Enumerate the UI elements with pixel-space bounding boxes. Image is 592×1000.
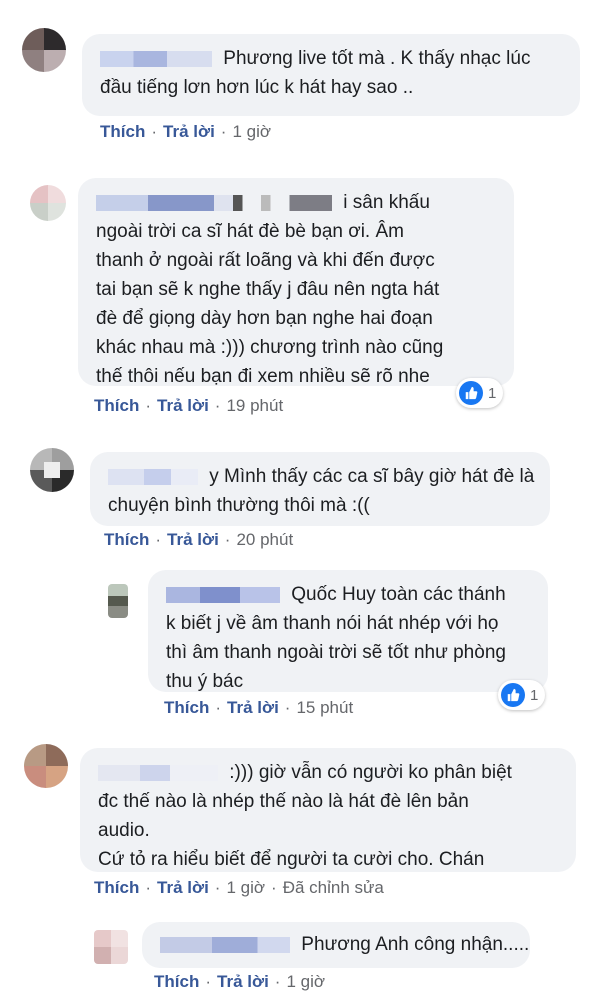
- comment-actions: Thích · Trả lời · 1 giờ: [100, 122, 272, 141]
- blurred-name[interactable]: [98, 764, 218, 781]
- avatar[interactable]: [30, 185, 66, 221]
- reply-link[interactable]: Trả lời: [227, 698, 279, 717]
- avatar[interactable]: [108, 584, 128, 618]
- comment-text-line: chuyện bình thường thôi mà :((: [108, 495, 370, 516]
- timestamp[interactable]: 19 phút: [226, 396, 283, 415]
- timestamp[interactable]: 15 phút: [296, 698, 353, 717]
- reaction-badge[interactable]: 1: [456, 378, 504, 408]
- comment-actions: Thích · Trả lời · 20 phút: [104, 530, 294, 549]
- blurred-name[interactable]: [160, 936, 290, 953]
- comment-text-line: i sân khấu: [343, 192, 430, 213]
- comment-text-line: thanh ở ngoài rất loãng và khi đến được: [96, 250, 435, 271]
- like-icon: [459, 381, 483, 405]
- comment-text-line: thế thôi nếu bạn đi xem nhiều sẽ rõ nhe: [96, 366, 430, 387]
- reaction-count: 1: [488, 384, 497, 402]
- comment-text-line: k biết j về âm thanh nói hát nhép với họ: [166, 613, 499, 634]
- avatar[interactable]: [94, 930, 128, 964]
- timestamp[interactable]: 20 phút: [236, 530, 293, 549]
- comment-bubble: Phương live tốt mà . K thấy nhạc lúc đầu…: [82, 34, 580, 116]
- comment-text-line: khác nhau mà :))) chương trình nào cũng: [96, 337, 444, 358]
- blurred-name[interactable]: [166, 586, 280, 603]
- comment-bubble: Quốc Huy toàn các thánh k biết j về âm t…: [148, 570, 548, 692]
- comment-text-line: ngoài trời ca sĩ hát đè bè bạn ơi. Âm: [96, 221, 404, 242]
- comment-text-line: tai bạn sẽ k nghe thấy j đâu nên ngta há…: [96, 279, 440, 300]
- comment-text-line: :))) giờ vẫn có người ko phân biệt: [229, 762, 512, 783]
- comment-actions: Thích · Trả lời · 15 phút: [164, 698, 354, 717]
- like-link[interactable]: Thích: [94, 878, 139, 897]
- comment-text-line: Phương Anh công nhận.....: [301, 934, 530, 955]
- comment-text-line: audio.: [98, 820, 150, 841]
- like-link[interactable]: Thích: [104, 530, 149, 549]
- blurred-name[interactable]: [100, 50, 212, 67]
- comment-text-line: y Mình thấy các ca sĩ bây giờ hát đè là: [209, 466, 535, 487]
- comment-bubble: y Mình thấy các ca sĩ bây giờ hát đè là …: [90, 452, 550, 526]
- comment-bubble: Phương Anh công nhận.....: [142, 922, 530, 968]
- timestamp[interactable]: 1 giờ: [232, 122, 271, 141]
- blurred-name[interactable]: [108, 468, 198, 485]
- comment-text-line: đc thế nào là nhép thế nào là hát đè lên…: [98, 791, 469, 812]
- comment-text-line: thu ý bác: [166, 671, 244, 692]
- blurred-name[interactable]: [96, 194, 332, 211]
- comment-bubble: :))) giờ vẫn có người ko phân biệt đc th…: [80, 748, 576, 872]
- comment-actions: Thích · Trả lời · 1 giờ: [154, 972, 326, 991]
- timestamp[interactable]: 1 giờ: [286, 972, 325, 991]
- reaction-badge[interactable]: 1: [498, 680, 546, 710]
- like-link[interactable]: Thích: [154, 972, 199, 991]
- reaction-count: 1: [530, 686, 539, 704]
- comment-bubble: i sân khấu ngoài trời ca sĩ hát đè bè bạ…: [78, 178, 514, 387]
- like-link[interactable]: Thích: [94, 396, 139, 415]
- avatar[interactable]: [24, 744, 68, 788]
- like-icon: [501, 683, 525, 707]
- comment-text-line: Cứ tỏ ra hiểu biết để người ta cười cho.…: [98, 849, 485, 870]
- reply-link[interactable]: Trả lời: [163, 122, 215, 141]
- comment-text-line: đầu tiếng lơn hơn lúc k hát hay sao ..: [100, 77, 414, 98]
- comment-text-line: thì âm thanh ngoài trời sẽ tốt như phòng: [166, 642, 506, 663]
- reply-link[interactable]: Trả lời: [217, 972, 269, 991]
- reply-link[interactable]: Trả lời: [157, 396, 209, 415]
- comment-text-line: Quốc Huy toàn các thánh: [291, 584, 506, 605]
- comment-actions: Thích · Trả lời · 19 phút: [94, 396, 284, 415]
- comment-actions: Thích · Trả lời · 1 giờ · Đã chỉnh sửa: [94, 878, 384, 897]
- reply-link[interactable]: Trả lời: [157, 878, 209, 897]
- like-link[interactable]: Thích: [164, 698, 209, 717]
- avatar[interactable]: [22, 28, 66, 72]
- comment-text-line: đè để giọng dày hơn bạn nghe hai đoạn: [96, 308, 433, 329]
- edited-label[interactable]: Đã chỉnh sửa: [283, 878, 384, 897]
- avatar[interactable]: [30, 448, 74, 492]
- reply-link[interactable]: Trả lời: [167, 530, 219, 549]
- timestamp[interactable]: 1 giờ: [226, 878, 265, 897]
- comment-text-line: Phương live tốt mà . K thấy nhạc lúc: [223, 48, 531, 69]
- like-link[interactable]: Thích: [100, 122, 145, 141]
